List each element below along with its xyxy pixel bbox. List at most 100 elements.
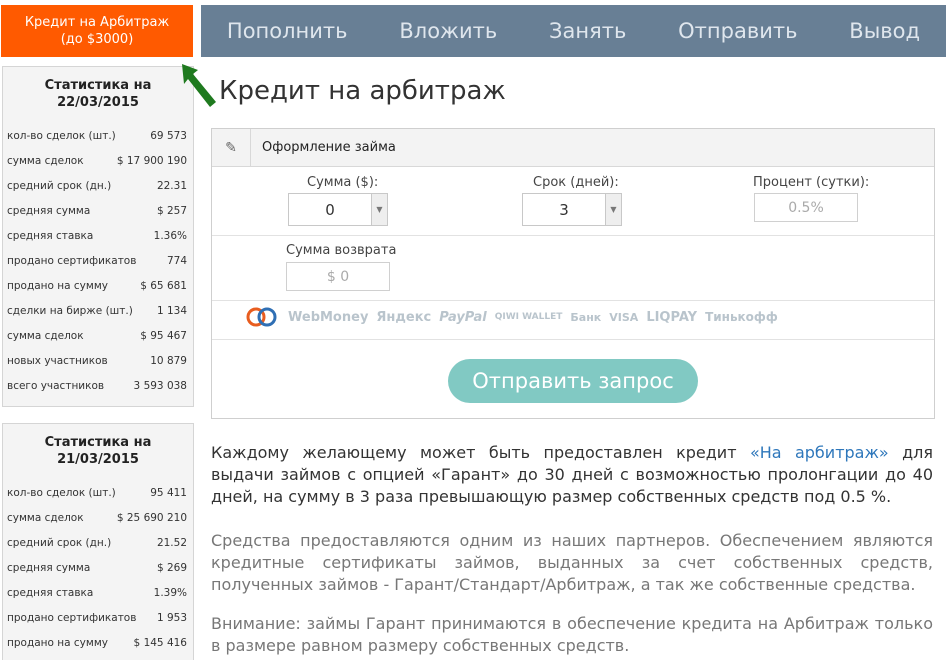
stats-value: 21.52 bbox=[156, 536, 187, 549]
payment-logo: PayPal bbox=[439, 309, 487, 325]
stats-label: кол-во сделок (шт.) bbox=[7, 129, 116, 142]
payment-logo: Яндекс bbox=[376, 309, 432, 325]
payment-logo: Тинькофф bbox=[705, 310, 778, 324]
stats-label: всего участников bbox=[7, 379, 105, 392]
stats-label: сделки на бирже (шт.) bbox=[7, 304, 133, 317]
stats-label: средняя ставка bbox=[7, 229, 94, 242]
nav-deposit[interactable]: Пополнить bbox=[227, 19, 348, 43]
info-paragraph-2: Средства предоставляются одним из наших … bbox=[211, 531, 933, 594]
form-header-title: Оформление займа bbox=[262, 140, 396, 155]
form-header: ✎ Оформление займа bbox=[212, 128, 934, 167]
stats-row: продано сертификатов 774 bbox=[3, 248, 193, 273]
stats-panel-2: Статистика на 21/03/2015 кол-во сделок (… bbox=[2, 423, 194, 660]
payment-logos: WebMoney Яндекс PayPal QIWI WALLET Банк … bbox=[244, 307, 778, 327]
stats-value: 1.36% bbox=[153, 229, 187, 242]
stats-value: $ 269 bbox=[156, 561, 187, 574]
nav-invest[interactable]: Вложить bbox=[399, 19, 497, 43]
return-label: Сумма возврата bbox=[286, 243, 397, 258]
amount-value: 0 bbox=[325, 200, 335, 219]
stats-value: 22.31 bbox=[156, 179, 187, 192]
stats-row: кол-во сделок (шт.) 95 411 bbox=[3, 480, 193, 505]
divider bbox=[212, 300, 934, 301]
stats-label: средняя ставка bbox=[7, 586, 94, 599]
term-value: 3 bbox=[559, 200, 569, 219]
stats-row: сумма сделок $ 25 690 210 bbox=[3, 505, 193, 530]
term-select[interactable]: 3 ▼ bbox=[522, 193, 622, 226]
stats-row: сделки на бирже (шт.) 1 134 bbox=[3, 298, 193, 323]
payment-logo: VISA bbox=[609, 310, 639, 324]
stats-value: $ 145 416 bbox=[133, 636, 187, 649]
stats-row: сумма сделок $ 95 467 bbox=[3, 323, 193, 348]
tab-credit-arbitrage-limit: (до $3000) bbox=[60, 32, 134, 47]
stats-label: продано сертификатов bbox=[7, 611, 137, 624]
nav-send[interactable]: Отправить bbox=[678, 19, 797, 43]
stats-value: $ 257 bbox=[156, 204, 187, 217]
percent-field: 0.5% bbox=[754, 193, 858, 222]
nav-borrow[interactable]: Занять bbox=[549, 19, 626, 43]
payment-logo: WebMoney bbox=[288, 309, 369, 325]
return-field: $ 0 bbox=[286, 262, 390, 291]
info-text: Каждому желающему может быть предоставле… bbox=[211, 443, 750, 462]
stats-value: 1.39% bbox=[153, 586, 187, 599]
stats-label: сумма сделок bbox=[7, 154, 84, 167]
stats-row: сумма сделок $ 17 900 190 bbox=[3, 148, 193, 173]
chevron-down-icon[interactable]: ▼ bbox=[605, 194, 621, 225]
payment-logo: LIQPAY bbox=[646, 309, 698, 325]
stats-label: продано сертификатов bbox=[7, 254, 137, 267]
payment-logo: Банк bbox=[570, 310, 602, 324]
term-label: Срок (дней): bbox=[533, 175, 619, 190]
stats-panel-1: Статистика на 22/03/2015 кол-во сделок (… bbox=[2, 66, 194, 407]
pencil-icon: ✎ bbox=[212, 128, 251, 167]
top-navigation: Пополнить Вложить Занять Отправить Вывод bbox=[201, 5, 946, 57]
stats-row: средняя сумма $ 269 bbox=[3, 555, 193, 580]
stats-value: $ 17 900 190 bbox=[116, 154, 187, 167]
stats-row: новых участников 10 879 bbox=[3, 348, 193, 373]
tab-credit-arbitrage-label: Кредит на Арбитраж bbox=[24, 15, 170, 30]
stats-row: средняя сумма $ 257 bbox=[3, 198, 193, 223]
amount-label: Сумма ($): bbox=[307, 175, 379, 190]
stats-value: 1 134 bbox=[156, 304, 187, 317]
stats-title: Статистика на 22/03/2015 bbox=[44, 78, 152, 110]
nav-withdraw[interactable]: Вывод bbox=[849, 19, 920, 43]
loan-form-panel: ✎ Оформление займа Сумма ($): 0 ▼ Срок (… bbox=[211, 128, 935, 419]
stats-label: средний срок (дн.) bbox=[7, 536, 112, 549]
payment-logo: QIWI WALLET bbox=[494, 312, 563, 322]
amount-select[interactable]: 0 ▼ bbox=[288, 193, 388, 226]
stats-value: 95 411 bbox=[150, 486, 187, 499]
stats-label: сумма сделок bbox=[7, 511, 84, 524]
submit-request-button[interactable]: Отправить запрос bbox=[448, 359, 698, 403]
stats-row: средний срок (дн.) 22.31 bbox=[3, 173, 193, 198]
stats-value: $ 25 690 210 bbox=[116, 511, 187, 524]
stats-title: Статистика на 21/03/2015 bbox=[44, 435, 152, 467]
stats-row: продано сертификатов 1 953 bbox=[3, 605, 193, 630]
stats-label: сумма сделок bbox=[7, 329, 84, 342]
stats-row: средняя ставка 1.39% bbox=[3, 580, 193, 605]
stats-value: 10 879 bbox=[150, 354, 187, 367]
stats-label: средняя сумма bbox=[7, 561, 91, 574]
stats-row: продано на сумму $ 65 681 bbox=[3, 273, 193, 298]
pointer-arrow-icon bbox=[182, 64, 216, 107]
stats-label: новых участников bbox=[7, 354, 108, 367]
stats-label: средний срок (дн.) bbox=[7, 179, 112, 192]
tab-credit-arbitrage[interactable]: Кредит на Арбитраж (до $3000) bbox=[1, 5, 193, 57]
chevron-down-icon[interactable]: ▼ bbox=[371, 194, 387, 225]
stats-label: продано на сумму bbox=[7, 279, 108, 292]
stats-value: 69 573 bbox=[150, 129, 187, 142]
stats-label: продано на сумму bbox=[7, 636, 108, 649]
stats-value: 3 593 038 bbox=[133, 379, 187, 392]
stats-row: средний срок (дн.) 21.52 bbox=[3, 530, 193, 555]
info-paragraph-3: Внимание: займы Гарант принимаются в обе… bbox=[211, 614, 933, 655]
stats-value: $ 95 467 bbox=[140, 329, 187, 342]
stats-value: 774 bbox=[166, 254, 187, 267]
percent-label: Процент (сутки): bbox=[753, 175, 870, 190]
stats-value: 1 953 bbox=[156, 611, 187, 624]
stats-row: кол-во сделок (шт.) 69 573 bbox=[3, 123, 193, 148]
arbitrage-link[interactable]: «На арбитраж» bbox=[750, 443, 889, 462]
stats-label: средняя сумма bbox=[7, 204, 91, 217]
mastercard-logo-icon bbox=[246, 307, 277, 327]
stats-row: продано на сумму $ 145 416 bbox=[3, 630, 193, 655]
divider bbox=[212, 339, 934, 340]
stats-label: кол-во сделок (шт.) bbox=[7, 486, 116, 499]
stats-row: всего участников 3 593 038 bbox=[3, 373, 193, 398]
stats-value: $ 65 681 bbox=[140, 279, 187, 292]
